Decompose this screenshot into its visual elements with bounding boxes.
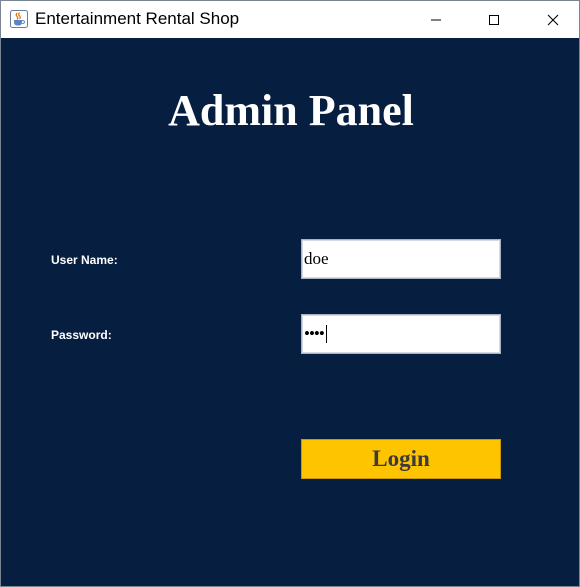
close-button[interactable] [530, 1, 576, 38]
minimize-icon [431, 19, 441, 20]
maximize-button[interactable] [471, 1, 517, 38]
login-button[interactable]: Login [301, 439, 501, 479]
text-caret [325, 324, 327, 343]
password-field[interactable]: •••• [301, 314, 501, 354]
window-title: Entertainment Rental Shop [35, 9, 240, 28]
minimize-button[interactable] [413, 1, 459, 38]
password-value: •••• [304, 324, 325, 343]
page-title: Admin Panel [168, 86, 414, 135]
maximize-icon [489, 14, 499, 25]
java-cup-icon [10, 10, 28, 28]
password-label: Password: [51, 328, 112, 342]
username-label: User Name: [51, 253, 118, 267]
title-bar[interactable]: Entertainment Rental Shop [1, 1, 579, 38]
username-field[interactable]: doe [301, 239, 501, 279]
app-window: Entertainment Rental Shop Admin Panel Us… [0, 0, 580, 587]
username-value: doe [304, 249, 329, 268]
close-icon [547, 14, 559, 25]
